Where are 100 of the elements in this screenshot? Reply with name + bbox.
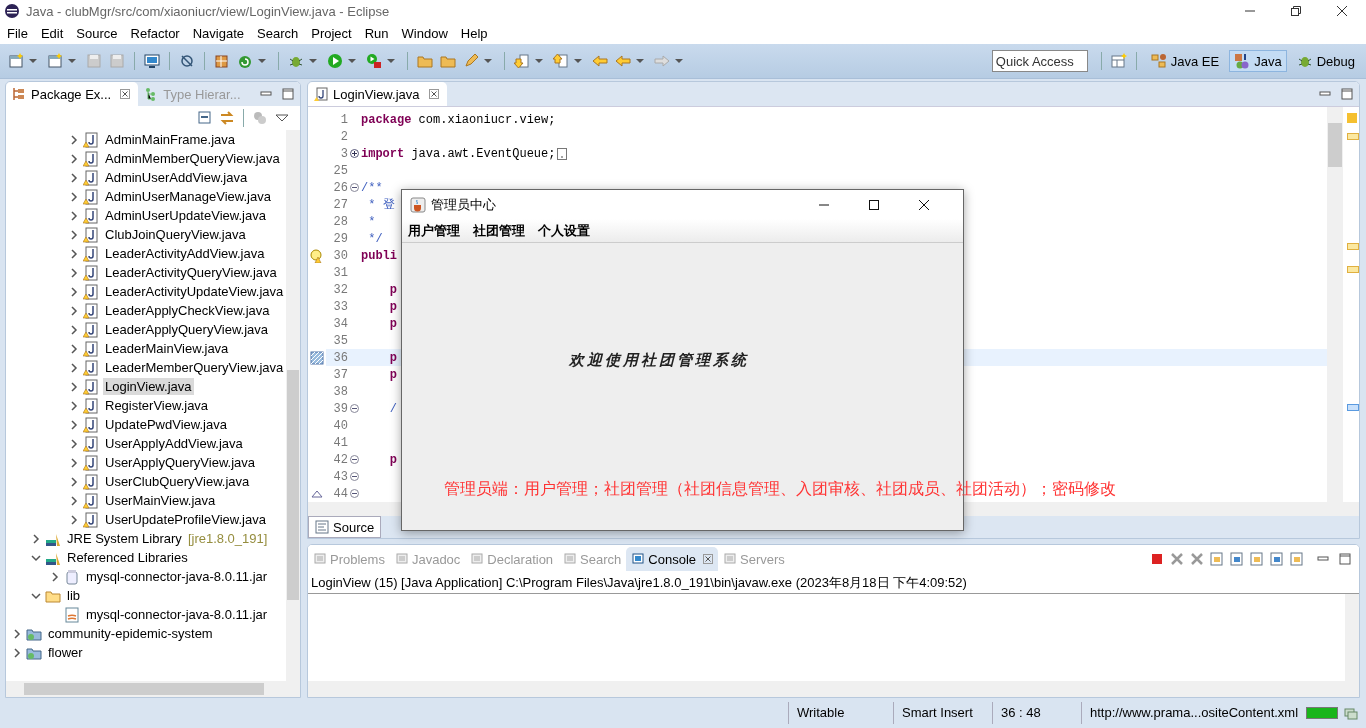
perspective-button[interactable]: Java EE (1145, 50, 1225, 72)
expand-toggle-icon[interactable] (50, 571, 60, 582)
expand-toggle-icon[interactable] (69, 457, 79, 468)
tree-item[interactable]: RegisterView.java (103, 397, 211, 414)
expand-toggle-icon[interactable] (69, 229, 79, 240)
menu-item[interactable]: Edit (40, 25, 64, 41)
run-icon[interactable] (327, 53, 343, 69)
pen-icon[interactable] (463, 53, 479, 69)
expand-toggle-icon[interactable] (69, 267, 79, 278)
tree-item[interactable]: UserApplyAddView.java (103, 435, 245, 452)
menu-item[interactable]: 用户管理 (408, 221, 460, 240)
tree-item[interactable]: LeaderActivityAddView.java (103, 245, 267, 262)
menu-item[interactable]: Navigate (192, 25, 244, 41)
expand-toggle-icon[interactable] (69, 476, 79, 487)
restore-icon[interactable] (1290, 5, 1302, 17)
expand-toggle-icon[interactable] (12, 628, 22, 639)
tree-item[interactable]: LoginView.java (103, 378, 194, 395)
caret-icon[interactable] (484, 59, 492, 63)
remove-icon[interactable] (1169, 551, 1185, 567)
close-icon[interactable] (1336, 5, 1348, 17)
tree-item[interactable]: AdminUserManageView.java (103, 188, 273, 205)
expand-toggle-icon[interactable] (69, 362, 79, 373)
tree-item[interactable]: UpdatePwdView.java (103, 416, 229, 433)
view-tab[interactable]: Console (626, 547, 718, 571)
remove-all-icon[interactable] (1189, 551, 1205, 567)
maximize-view-icon[interactable] (1341, 88, 1353, 100)
close-tab-icon[interactable] (120, 89, 131, 99)
menu-item[interactable]: Project (311, 25, 352, 41)
tree-item[interactable]: community-epidemic-system (46, 625, 215, 642)
caret-icon[interactable] (68, 59, 76, 63)
refresh-icon[interactable] (237, 53, 253, 69)
expand-toggle-icon[interactable] (69, 343, 79, 354)
expand-toggle-icon[interactable] (69, 286, 79, 297)
expand-toggle-icon[interactable] (31, 533, 41, 544)
pin-icon[interactable] (1269, 551, 1285, 567)
close-tab-icon[interactable] (703, 554, 713, 564)
expand-toggle-icon[interactable] (69, 248, 79, 259)
maximize-view-icon[interactable] (282, 88, 294, 100)
caret-icon[interactable] (675, 59, 683, 63)
menu-item[interactable]: Window (401, 25, 448, 41)
tree-item[interactable]: UserClubQueryView.java (103, 473, 252, 490)
quick-access-field[interactable]: Quick Access (991, 50, 1088, 72)
lock-icon[interactable] (1229, 551, 1245, 567)
caret-icon[interactable] (29, 59, 37, 63)
tree-item[interactable]: LeaderActivityQueryView.java (103, 264, 279, 281)
expand-toggle-icon[interactable] (69, 305, 79, 316)
menu-item[interactable]: Run (364, 25, 389, 41)
collapse-fold-icon[interactable] (349, 404, 359, 413)
grid-plus-icon[interactable] (214, 53, 230, 69)
tree-item[interactable]: UserUpdateProfileView.java (103, 511, 268, 528)
expand-toggle-icon[interactable] (12, 647, 22, 658)
up-arrow-document-icon[interactable] (553, 53, 569, 69)
folded-code-icon[interactable] (557, 147, 568, 160)
expand-toggle-icon[interactable] (31, 590, 41, 601)
menu-item[interactable]: File (7, 25, 28, 41)
tree-item[interactable]: ClubJoinQueryView.java (103, 226, 248, 243)
expand-toggle-icon[interactable] (69, 134, 79, 145)
caret-icon[interactable] (309, 59, 317, 63)
menu-item[interactable]: 个人设置 (538, 221, 590, 240)
expand-toggle-icon[interactable] (69, 495, 79, 506)
tree-item[interactable]: AdminUserAddView.java (103, 169, 250, 186)
new-window-icon[interactable] (8, 53, 24, 69)
collapse-fold-icon[interactable] (349, 489, 359, 498)
stop-icon[interactable] (1149, 551, 1165, 567)
tree-item[interactable]: UserMainView.java (103, 492, 218, 509)
caret-icon[interactable] (258, 59, 266, 63)
expand-toggle-icon[interactable] (69, 400, 79, 411)
editor-tab[interactable]: LoginView.java (308, 82, 447, 106)
collapse-fold-icon[interactable] (349, 472, 359, 481)
expand-toggle-icon[interactable] (69, 324, 79, 335)
expand-toggle-icon[interactable] (69, 419, 79, 430)
caret-icon[interactable] (387, 59, 395, 63)
maximize-view-icon[interactable] (1339, 553, 1351, 565)
tree-item[interactable]: flower (46, 644, 85, 661)
new-document-icon[interactable] (47, 53, 63, 69)
vertical-scrollbar[interactable] (1345, 594, 1359, 681)
menu-item[interactable]: 社团管理 (473, 221, 525, 240)
expand-toggle-icon[interactable] (69, 191, 79, 202)
editor-mode-tab[interactable]: Source (308, 516, 382, 538)
expand-fold-icon[interactable] (349, 149, 359, 158)
perspective-button[interactable]: Debug (1291, 50, 1360, 72)
slashed-circle-icon[interactable] (179, 53, 195, 69)
menu-item[interactable]: Source (76, 25, 118, 41)
caret-icon[interactable] (574, 59, 582, 63)
monitor-icon[interactable] (144, 53, 160, 69)
tree-item[interactable]: LeaderActivityUpdateView.java (103, 283, 286, 300)
menu-item[interactable]: Refactor (130, 25, 180, 41)
menu-item[interactable]: Search (257, 25, 299, 41)
caret-icon[interactable] (636, 59, 644, 63)
collapse-fold-icon[interactable] (349, 183, 359, 192)
tree-item[interactable]: AdminMemberQueryView.java (103, 150, 282, 167)
maximize-icon[interactable] (868, 198, 880, 211)
caret-icon[interactable] (535, 59, 543, 63)
vertical-scrollbar[interactable] (286, 130, 300, 681)
tree-item[interactable]: AdminMainFrame.java (103, 131, 238, 148)
caret-icon[interactable] (348, 59, 356, 63)
expand-toggle-icon[interactable] (69, 438, 79, 449)
expand-toggle-icon[interactable] (69, 172, 79, 183)
expand-toggle-icon[interactable] (69, 153, 79, 164)
link-arrows-icon[interactable] (219, 110, 235, 126)
